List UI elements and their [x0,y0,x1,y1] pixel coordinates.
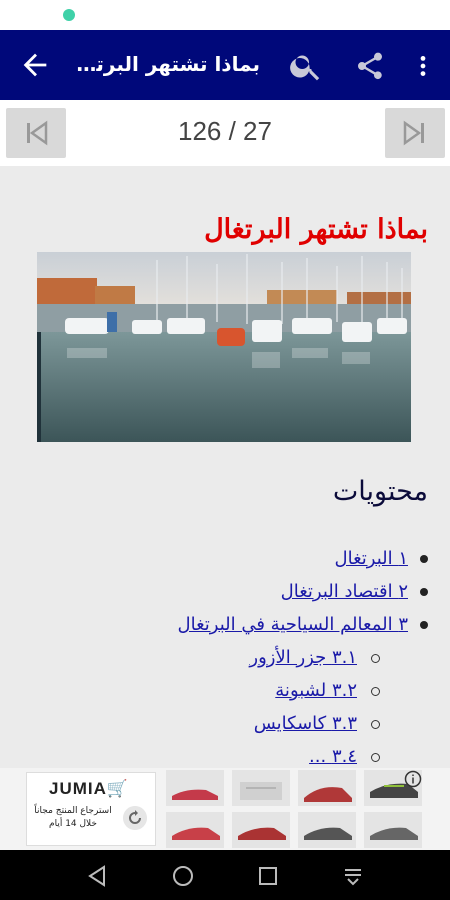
toc-item[interactable]: ٣ المعالم السياحية في البرتغال [178,614,428,647]
more-vert-icon[interactable] [410,50,436,82]
article-content[interactable]: بماذا تشتهر البرتغال محتويات ١ البرتغال … [0,166,450,768]
promo-line-2: خلال 14 أيام [49,819,97,829]
toc-subitem[interactable]: ٣.٢ لشبونة [178,680,380,713]
jumia-ad[interactable]: JUMIA🛒 استرجاع المنتج مجاناً خلال 14 أيا… [26,772,156,846]
nav-recents-icon[interactable] [254,862,282,890]
circle-bullet-icon [371,686,380,696]
skip-last-icon [403,120,424,146]
table-of-contents: ١ البرتغال ٢ اقتصاد البرتغال ٣ المعالم ا… [178,548,428,768]
nav-home-icon[interactable] [169,862,197,890]
jumia-logo: JUMIA🛒 [49,779,129,799]
toc-subitem[interactable]: ٣.١ جزر الأزور [178,647,380,680]
toc-link[interactable]: ٣.٤ ... [309,746,357,767]
back-arrow-icon[interactable] [18,48,52,82]
bullet-icon [420,588,428,596]
product-tile[interactable] [166,812,224,848]
ad-info-icon[interactable] [404,770,422,788]
product-tile[interactable] [166,770,224,806]
ad-banner[interactable]: JUMIA🛒 استرجاع المنتج مجاناً خلال 14 أيا… [0,768,450,850]
marina-photo [37,252,411,442]
toc-link[interactable]: ١ البرتغال [335,548,409,569]
page-title: بماذا تشتهر البرتغ... [70,52,260,76]
circle-bullet-icon [371,752,380,762]
status-bar [0,0,450,30]
page-navigator: 126 / 27 [0,100,450,166]
last-page-button[interactable] [385,108,445,158]
toc-link[interactable]: ٢ اقتصاد البرتغال [281,581,408,602]
circle-bullet-icon [371,719,380,729]
article-title: بماذا تشتهر البرتغال [204,214,428,245]
promo-line-1: استرجاع المنتج مجاناً [34,806,112,816]
brand-name: JUMIA [49,779,107,798]
bullet-icon [420,621,428,629]
ad-promo-text: استرجاع المنتج مجاناً خلال 14 أيام [33,805,113,831]
toc-link[interactable]: ٣.٣ كاسكايس [254,713,357,734]
system-nav-bar [0,850,450,900]
toc-link[interactable]: ٣ المعالم السياحية في البرتغال [178,614,408,635]
toc-item[interactable]: ٢ اقتصاد البرتغال [178,581,428,614]
circle-bullet-icon [371,653,380,663]
cart-icon: 🛒 [106,779,130,798]
toc-link[interactable]: ٣.٢ لشبونة [275,680,357,701]
nav-keyboard-hide-icon[interactable] [339,862,367,890]
app-bar: بماذا تشتهر البرتغ... [0,30,450,100]
product-tile[interactable] [232,770,290,806]
toc-subitem[interactable]: ٣.٤ ... [178,746,380,768]
bullet-icon [420,555,428,563]
product-tile[interactable] [298,812,356,848]
return-icon [123,806,147,830]
toc-link[interactable]: ٣.١ جزر الأزور [249,647,357,668]
toc-heading: محتويات [332,476,428,507]
toc-item[interactable]: ١ البرتغال [178,548,428,581]
product-tile[interactable] [232,812,290,848]
search-icon[interactable] [288,48,324,84]
ad-product-tiles[interactable] [162,768,427,850]
page-counter: 126 / 27 [178,116,272,146]
toc-subitem[interactable]: ٣.٣ كاسكايس [178,713,380,746]
product-tile[interactable] [364,812,422,848]
notification-dot-icon [63,9,75,21]
product-tile[interactable] [298,770,356,806]
share-icon[interactable] [354,50,386,82]
nav-back-icon[interactable] [84,862,112,890]
